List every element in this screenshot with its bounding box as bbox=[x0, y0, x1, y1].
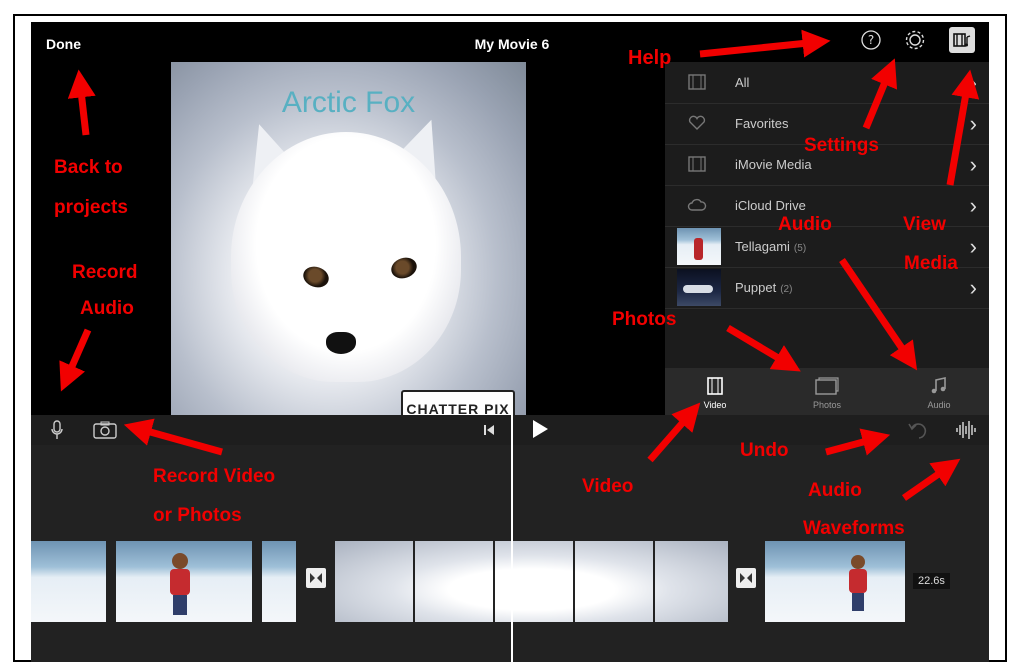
media-item-count: (5) bbox=[793, 243, 807, 254]
media-item-label: All bbox=[735, 75, 750, 90]
film-icon bbox=[688, 74, 706, 90]
annotation-waveforms-line1: Audio bbox=[808, 480, 862, 501]
tab-audio[interactable]: Audio bbox=[899, 372, 979, 412]
annotation-record-audio-line1: Record bbox=[72, 262, 138, 283]
media-item-label: iCloud Drive bbox=[735, 198, 806, 213]
playhead[interactable] bbox=[511, 412, 513, 662]
chevron-right-icon: › bbox=[969, 152, 977, 177]
media-item-all[interactable]: All › bbox=[665, 62, 989, 104]
project-title: My Movie 6 bbox=[474, 36, 550, 52]
chevron-right-icon: › bbox=[969, 275, 977, 300]
play-button[interactable] bbox=[531, 419, 549, 444]
annotation-video: Video bbox=[582, 476, 634, 497]
clip-tellagami[interactable] bbox=[262, 541, 296, 622]
waveform-icon bbox=[956, 421, 976, 439]
camera-icon bbox=[93, 421, 117, 439]
undo-icon bbox=[908, 423, 927, 439]
media-item-label: Tellagami (5) bbox=[735, 239, 807, 254]
settings-button[interactable] bbox=[901, 26, 929, 54]
clip-tellagami[interactable] bbox=[765, 541, 905, 622]
annotation-view-line2: Media bbox=[904, 253, 958, 274]
media-item-label: iMovie Media bbox=[735, 157, 812, 172]
skip-to-start-button[interactable] bbox=[483, 423, 495, 441]
album-thumbnail bbox=[677, 269, 721, 306]
chevron-right-icon: › bbox=[969, 234, 977, 259]
chatterpix-watermark: CHATTER PIX bbox=[401, 390, 515, 415]
tab-label: Audio bbox=[927, 400, 951, 410]
chevron-right-icon: › bbox=[969, 111, 977, 136]
duration-badge: 22.6s bbox=[913, 573, 950, 589]
photos-icon bbox=[815, 377, 839, 395]
chevron-right-icon: › bbox=[969, 193, 977, 218]
chevron-right-icon: › bbox=[969, 70, 977, 95]
film-icon bbox=[688, 156, 706, 172]
media-browser-icon bbox=[953, 33, 971, 47]
transition-icon bbox=[310, 573, 322, 583]
tab-photos[interactable]: Photos bbox=[787, 372, 867, 412]
annotation-undo: Undo bbox=[740, 440, 789, 461]
annotation-back-line1: Back to bbox=[54, 157, 123, 178]
clip-tellagami[interactable] bbox=[116, 541, 252, 622]
microphone-icon bbox=[51, 420, 63, 439]
tab-video[interactable]: Video bbox=[675, 372, 755, 412]
annotation-help: Help bbox=[628, 47, 672, 69]
annotation-view-line1: View bbox=[903, 214, 946, 235]
view-media-button[interactable] bbox=[949, 27, 975, 53]
annotation-record-video-line1: Record Video bbox=[153, 466, 276, 487]
camera-button[interactable] bbox=[93, 421, 117, 444]
annotation-waveforms-line2: Waveforms bbox=[803, 518, 905, 539]
play-icon bbox=[533, 420, 548, 438]
cloud-icon bbox=[687, 198, 707, 211]
media-item-count: (2) bbox=[780, 284, 793, 295]
transition-icon bbox=[740, 573, 752, 583]
top-bar: Done My Movie 6 ? bbox=[31, 22, 989, 66]
annotation-photos: Photos bbox=[612, 309, 677, 330]
edit-toolbar bbox=[31, 415, 989, 445]
music-note-icon bbox=[931, 377, 946, 394]
annotation-audio: Audio bbox=[778, 214, 832, 235]
viewer-overlay-title: Arctic Fox bbox=[281, 86, 416, 119]
audio-waveforms-button[interactable] bbox=[955, 419, 977, 446]
gear-icon bbox=[905, 30, 925, 50]
transition-button[interactable] bbox=[736, 568, 756, 588]
help-button[interactable]: ? bbox=[857, 26, 885, 54]
tab-label: Photos bbox=[812, 400, 842, 410]
media-tab-bar: Video Photos Audio bbox=[665, 368, 989, 415]
skip-back-icon bbox=[484, 425, 494, 435]
media-item-label: Puppet (2) bbox=[735, 280, 793, 295]
help-icon: ? bbox=[861, 30, 881, 50]
media-item-label: Favorites bbox=[735, 116, 789, 131]
annotation-record-audio-line2: Audio bbox=[80, 298, 134, 319]
video-viewer[interactable]: Arctic Fox CHATTER PIX bbox=[171, 62, 526, 415]
annotation-settings: Settings bbox=[804, 135, 879, 156]
imovie-app: Done My Movie 6 ? Arctic Fox CHATTER PIX… bbox=[31, 22, 989, 662]
annotation-record-video-line2: or Photos bbox=[153, 505, 242, 526]
clip-tellagami[interactable] bbox=[31, 541, 106, 622]
heart-icon bbox=[688, 115, 706, 130]
record-audio-button[interactable] bbox=[49, 420, 65, 445]
undo-button[interactable] bbox=[907, 420, 929, 445]
svg-text:?: ? bbox=[868, 33, 874, 47]
album-thumbnail bbox=[677, 228, 721, 265]
transition-button[interactable] bbox=[306, 568, 326, 588]
fox-nose bbox=[326, 332, 356, 354]
tab-label: Video bbox=[703, 400, 727, 410]
video-icon bbox=[707, 377, 723, 395]
clip-arctic-fox[interactable] bbox=[335, 541, 728, 622]
annotation-back-line2: projects bbox=[54, 197, 128, 218]
